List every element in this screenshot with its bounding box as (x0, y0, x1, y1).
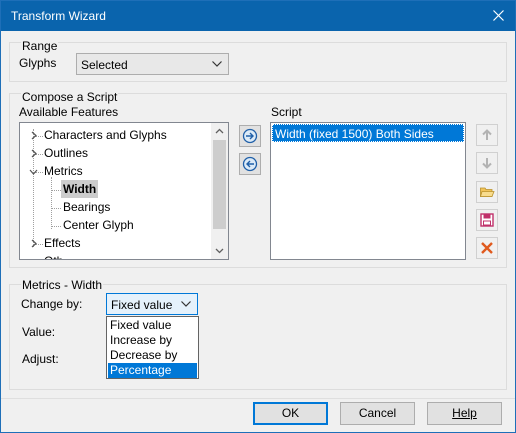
tree-line (52, 208, 61, 209)
save-script-button[interactable] (476, 209, 498, 231)
delete-script-button[interactable] (476, 237, 498, 259)
tree-scrollbar[interactable] (211, 123, 228, 259)
title-bar: Transform Wizard (1, 1, 515, 31)
adjust-label: Adjust: (22, 352, 59, 366)
arrow-down-icon (482, 158, 492, 169)
chevron-down-icon[interactable] (29, 167, 38, 176)
remove-from-script-button[interactable] (239, 153, 261, 175)
tree-line (51, 177, 52, 229)
transform-wizard-window: Transform Wizard Range Glyphs Selected C… (0, 0, 516, 433)
close-icon (493, 10, 504, 21)
tree-line (33, 129, 34, 247)
compose-group-label: Compose a Script (21, 90, 119, 104)
tree-item-bearings[interactable]: Bearings (63, 198, 110, 216)
tree-line (52, 190, 61, 191)
tree-item-outlines[interactable]: Outlines (44, 144, 88, 162)
available-features-label: Available Features (19, 105, 119, 119)
chevron-down-icon (181, 301, 191, 307)
metrics-width-group (9, 284, 507, 390)
option-percentage[interactable]: Percentage (108, 363, 197, 378)
close-button[interactable] (487, 4, 511, 28)
scroll-down-icon[interactable] (211, 242, 228, 259)
delete-icon (481, 242, 493, 254)
tree-item-center-glyph[interactable]: Center Glyph (63, 216, 134, 234)
script-list[interactable]: Width (fixed 1500) Both Sides (270, 122, 466, 260)
chevron-right-icon[interactable] (29, 131, 38, 140)
tree-line (52, 226, 61, 227)
script-label: Script (271, 105, 302, 119)
change-by-select-value: Fixed value (111, 298, 173, 312)
move-up-button[interactable] (476, 124, 498, 146)
help-button[interactable]: Help (427, 402, 502, 425)
folder-open-icon (479, 187, 495, 197)
open-script-button[interactable] (476, 181, 498, 203)
chevron-right-icon[interactable] (29, 239, 38, 248)
scroll-up-icon[interactable] (211, 123, 228, 140)
glyphs-select[interactable]: Selected (76, 53, 229, 75)
tree-item-metrics[interactable]: Metrics (44, 162, 83, 180)
save-icon (480, 213, 494, 227)
change-by-dropdown-list: Fixed value Increase by Decrease by Perc… (106, 316, 199, 379)
tree-item-other[interactable]: Oth (44, 252, 63, 259)
ok-button[interactable]: OK (253, 402, 328, 425)
change-by-label: Change by: (21, 297, 83, 311)
arrow-up-icon (482, 129, 492, 140)
script-item[interactable]: Width (fixed 1500) Both Sides (272, 124, 464, 142)
cancel-button[interactable]: Cancel (340, 402, 415, 425)
available-features-tree[interactable]: Characters and Glyphs Outlines Metrics W… (19, 122, 229, 260)
arrow-right-circle-icon (242, 128, 258, 144)
tree-item-width[interactable]: Width (61, 180, 99, 198)
value-label: Value: (22, 325, 56, 339)
option-fixed-value[interactable]: Fixed value (108, 318, 197, 333)
option-increase-by[interactable]: Increase by (108, 333, 197, 348)
window-title: Transform Wizard (11, 9, 106, 23)
add-to-script-button[interactable] (239, 125, 261, 147)
tree-item-effects[interactable]: Effects (44, 234, 80, 252)
chevron-down-icon (212, 61, 222, 67)
tree-scrollbar-thumb[interactable] (213, 140, 226, 229)
option-decrease-by[interactable]: Decrease by (108, 348, 197, 363)
chevron-right-icon[interactable] (29, 149, 38, 158)
metrics-width-group-label: Metrics - Width (21, 278, 104, 292)
glyphs-select-value: Selected (81, 58, 128, 72)
change-by-select[interactable]: Fixed value (106, 293, 198, 315)
move-down-button[interactable] (476, 152, 498, 174)
arrow-left-circle-icon (242, 156, 258, 172)
glyphs-label: Glyphs (19, 56, 57, 70)
tree-item-characters-and-glyphs[interactable]: Characters and Glyphs (44, 126, 167, 144)
help-button-label: Help (452, 406, 477, 420)
range-group-label: Range (21, 39, 59, 53)
